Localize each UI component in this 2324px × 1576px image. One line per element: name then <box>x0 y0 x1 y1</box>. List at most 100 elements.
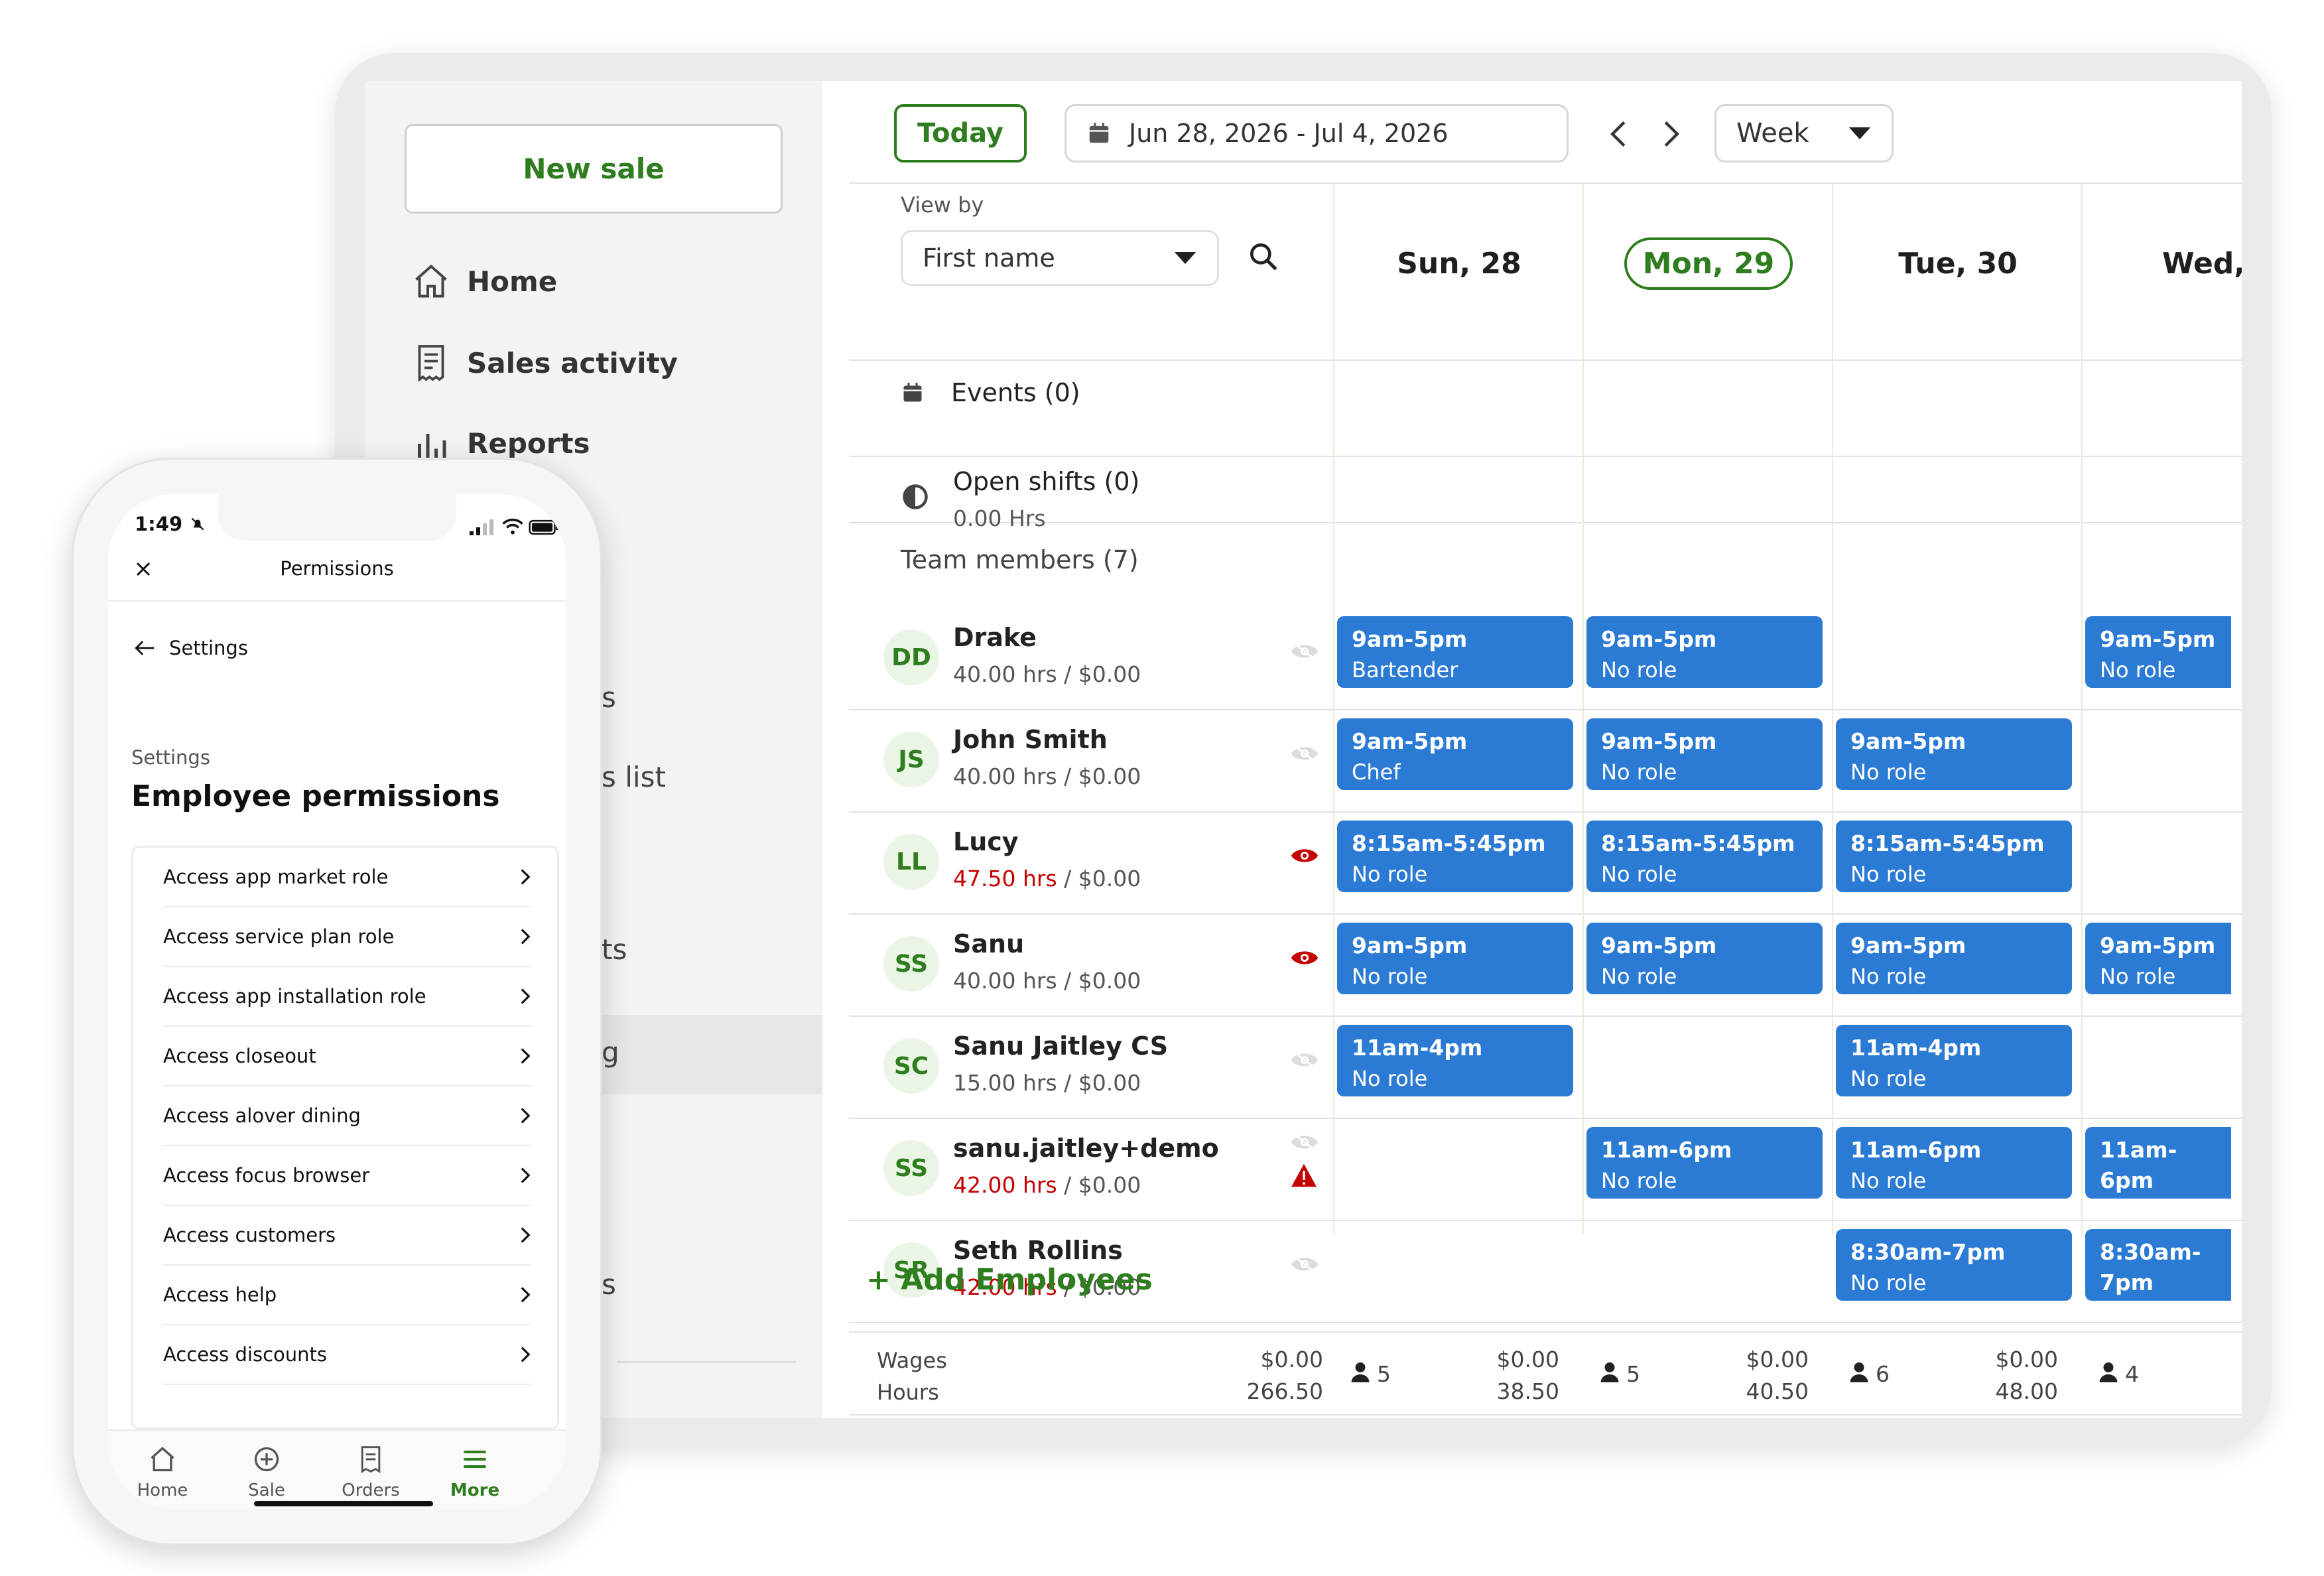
shift-block[interactable]: 9am-5pm No role <box>1586 616 1823 688</box>
shift-role: No role <box>1850 1066 1927 1091</box>
permission-item[interactable]: Access customers <box>163 1206 531 1266</box>
shift-block[interactable]: 9am-5pm No role <box>2085 616 2231 688</box>
view-by-select[interactable]: First name <box>901 230 1219 286</box>
shift-role: No role <box>2100 1298 2217 1301</box>
permission-item[interactable]: Access closeout <box>163 1027 531 1086</box>
open-shifts-label[interactable]: Open shifts (0) <box>953 467 1139 496</box>
permission-label: Access closeout <box>163 1045 316 1067</box>
next-week-button[interactable] <box>1651 111 1691 157</box>
employee-name: Seth Rollins <box>953 1236 1123 1265</box>
permission-item[interactable]: Access help <box>163 1266 531 1325</box>
events-row[interactable]: Events (0) <box>901 373 1080 413</box>
wages-label: Wages <box>877 1348 947 1373</box>
employee-row[interactable]: LL Lucy 47.50 hrs / $0.00 <box>849 813 1333 915</box>
home-icon <box>151 1447 174 1472</box>
employee-row[interactable]: SC Sanu Jaitley CS 15.00 hrs / $0.00 <box>849 1017 1333 1119</box>
view-mode-select[interactable]: Week <box>1714 104 1894 163</box>
pay-value: / $0.00 <box>1057 1070 1141 1096</box>
shift-count: 6 <box>1876 1361 1890 1387</box>
shift-block[interactable]: 9am-5pm No role <box>1836 923 2072 994</box>
chevron-right-icon <box>521 869 531 885</box>
shift-role: No role <box>1601 862 1677 887</box>
shift-role: Chef <box>1352 759 1401 785</box>
plus-circle-icon <box>254 1447 279 1472</box>
shift-block[interactable]: 11am-6pm No role <box>1586 1127 1823 1199</box>
tab-more[interactable]: More <box>428 1436 521 1509</box>
sidebar-item-reports[interactable]: Reports <box>411 418 590 458</box>
visibility-toggle[interactable] <box>1290 1254 1319 1277</box>
permission-item[interactable]: Access service plan role <box>163 907 531 967</box>
tablet-device: New sale Home Sales activity Reports s s… <box>335 53 2272 1446</box>
shift-block[interactable]: 9am-5pm Chef <box>1337 718 1573 790</box>
tab-orders[interactable]: Orders <box>324 1436 417 1509</box>
employee-row[interactable]: JS John Smith 40.00 hrs / $0.00 <box>849 710 1333 813</box>
avatar: LL <box>883 834 939 889</box>
search-button[interactable] <box>1247 240 1287 280</box>
visibility-toggle[interactable] <box>1290 1132 1319 1188</box>
day-header-tue[interactable]: Tue, 30 <box>1833 230 2083 296</box>
shift-block[interactable]: 9am-5pm No role <box>1586 923 1823 994</box>
back-to-settings-button[interactable]: Settings <box>133 637 248 659</box>
chevron-right-icon <box>1664 121 1679 147</box>
employee-row[interactable]: SS Sanu 40.00 hrs / $0.00 <box>849 915 1333 1017</box>
visibility-toggle[interactable] <box>1290 744 1319 766</box>
previous-week-button[interactable] <box>1598 111 1638 157</box>
shift-block[interactable]: 11am-4pm No role <box>1836 1025 2072 1096</box>
shift-block[interactable]: 9am-5pm No role <box>1586 718 1823 790</box>
day-header-mon[interactable]: Mon, 29 <box>1584 230 1833 296</box>
shift-block[interactable]: 11am-6pm No role <box>2085 1127 2231 1199</box>
permission-item[interactable]: Access discounts <box>163 1325 531 1385</box>
sidebar-item-label: Sales activity <box>467 346 678 379</box>
permission-item[interactable]: Access focus browser <box>163 1146 531 1206</box>
tab-label: Orders <box>342 1480 400 1500</box>
caret-down-icon <box>1848 127 1871 139</box>
open-shifts-hours: 0.00 Hrs <box>953 505 1046 531</box>
shift-block[interactable]: 9am-5pm No role <box>1836 718 2072 790</box>
employee-row[interactable]: DD Drake 40.00 hrs / $0.00 <box>849 608 1333 710</box>
sidebar-item-sales-activity[interactable]: Sales activity <box>411 336 678 389</box>
employee-row[interactable]: SS sanu.jaitley+demo 42.00 hrs / $0.00 <box>849 1119 1333 1221</box>
permission-item[interactable]: Access alover dining <box>163 1086 531 1146</box>
shift-block[interactable]: 8:30am-7pm No role <box>2085 1229 2231 1301</box>
header-divider <box>108 600 566 602</box>
avatar: SC <box>883 1038 939 1094</box>
visibility-toggle[interactable] <box>1290 846 1319 868</box>
visibility-toggle[interactable] <box>1290 1050 1319 1073</box>
chevron-right-icon <box>521 988 531 1004</box>
tab-label: Home <box>137 1480 188 1500</box>
today-button[interactable]: Today <box>894 104 1027 163</box>
warning-icon <box>1291 1163 1317 1187</box>
sidebar-item-home[interactable]: Home <box>411 255 557 308</box>
permission-item[interactable]: Access app market role <box>163 848 531 907</box>
shift-block[interactable]: 8:15am-5:45pm No role <box>1586 821 1823 892</box>
new-sale-button[interactable]: New sale <box>405 124 783 214</box>
shift-block[interactable]: 8:15am-5:45pm No role <box>1836 821 2072 892</box>
shift-role: No role <box>1352 862 1428 887</box>
shift-block[interactable]: 8:30am-7pm No role <box>1836 1229 2072 1301</box>
visibility-toggle[interactable] <box>1290 948 1319 970</box>
shift-block[interactable]: 9am-5pm No role <box>2085 923 2231 994</box>
tab-home[interactable]: Home <box>116 1436 209 1509</box>
permission-label: Access focus browser <box>163 1164 370 1187</box>
shift-time: 8:15am-5:45pm <box>1601 830 1795 856</box>
phone-screen: 1:49 Permissions Settings Settings Emplo… <box>108 494 566 1509</box>
shift-time: 9am-5pm <box>1352 728 1468 754</box>
shift-block[interactable]: 11am-6pm No role <box>1836 1127 2072 1199</box>
employee-hours: 42.00 hrs / $0.00 <box>953 1172 1141 1198</box>
chevron-right-icon <box>521 1048 531 1064</box>
day-summary: 5 $0.00 38.50 <box>1337 1341 1569 1408</box>
signal-icon <box>470 519 493 535</box>
permission-item[interactable]: Access app installation role <box>163 967 531 1027</box>
shift-block[interactable]: 8:15am-5:45pm No role <box>1337 821 1573 892</box>
shift-block[interactable]: 9am-5pm Bartender <box>1337 616 1573 688</box>
day-header-sun[interactable]: Sun, 28 <box>1334 230 1584 296</box>
battery-icon <box>529 519 558 535</box>
pay-value: / $0.00 <box>1057 661 1141 687</box>
date-range-picker[interactable]: Jun 28, 2026 - Jul 4, 2026 <box>1065 104 1569 163</box>
add-employees-button[interactable]: + Add Employees <box>866 1263 1153 1297</box>
shift-block[interactable]: 11am-4pm No role <box>1337 1025 1573 1096</box>
day-header-wed[interactable]: Wed, <box>2083 230 2242 296</box>
shift-block[interactable]: 9am-5pm No role <box>1337 923 1573 994</box>
tab-sale[interactable]: Sale <box>220 1436 313 1509</box>
visibility-toggle[interactable] <box>1290 641 1319 664</box>
